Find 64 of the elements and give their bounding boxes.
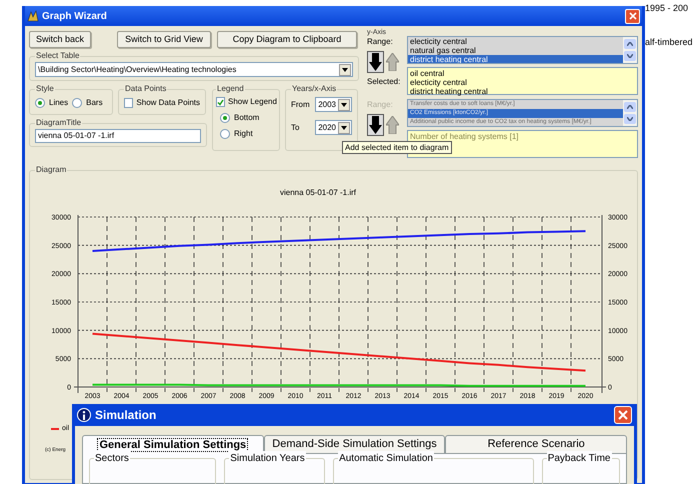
selected-list[interactable]: oil central electicity central district heating central (407, 67, 638, 95)
checkbox[interactable] (124, 98, 134, 108)
close-icon (618, 410, 628, 420)
move-down-button[interactable] (367, 114, 384, 136)
radio-button[interactable] (72, 98, 82, 108)
close-button[interactable] (614, 406, 632, 424)
to-label: To (291, 122, 300, 134)
background-text: alf-timbered (645, 36, 693, 48)
list-item[interactable]: district heating central (408, 87, 637, 96)
title-input-field[interactable]: vienna 05-01-07 -1.irf (35, 129, 201, 143)
scroll-up-icon (624, 102, 636, 112)
window-title: Simulation (95, 407, 158, 424)
scroll-down-icon (624, 114, 636, 124)
group-label: Payback Time (546, 451, 612, 466)
close-icon (628, 12, 636, 20)
list-item[interactable]: oil central (408, 69, 637, 78)
move-down-button[interactable] (367, 51, 384, 73)
list-item[interactable]: electicity central (408, 78, 637, 87)
radio-label: Lines (49, 97, 68, 109)
tab[interactable]: General Simulation Settings (82, 435, 264, 454)
group-label: Years/x-Axis (291, 83, 338, 95)
checkbox-label: Show Legend (228, 96, 277, 108)
background-text: 1995 - 200 (645, 2, 690, 15)
group-label: Data Points (124, 83, 168, 95)
scrollbar[interactable] (623, 37, 637, 63)
radio-label: Bars (86, 97, 103, 109)
list-item[interactable]: natural gas central (408, 46, 623, 54)
group-label: DiagramTitle (35, 117, 82, 129)
close-button[interactable] (625, 8, 640, 24)
group-label: Diagram (35, 164, 68, 176)
from-label: From (291, 98, 311, 110)
range-list[interactable]: electicity central natural gas central district heating central (407, 36, 638, 64)
radio-button[interactable] (35, 98, 45, 108)
dropdown[interactable]: 2020 (315, 120, 352, 135)
selected-label: Selected: (367, 76, 402, 88)
group-label: Select Table (35, 50, 80, 62)
radio-button[interactable] (220, 113, 230, 123)
push-button[interactable]: Switch back (29, 31, 91, 48)
chart-title: vienna 05-01-07 -1.irf (280, 188, 356, 197)
range-label: Range: (367, 36, 394, 48)
push-button[interactable]: Switch to Grid View (117, 31, 211, 48)
scrollbar[interactable] (623, 100, 637, 126)
radio-label: Right (234, 128, 253, 140)
app-icon (27, 10, 39, 22)
dropdown[interactable]: 2003 (315, 97, 352, 112)
list-item[interactable]: district heating central (408, 54, 623, 63)
tab[interactable]: Reference Scenario (445, 435, 628, 454)
radio-label: Bottom (234, 112, 260, 124)
group-label: Legend (216, 83, 245, 95)
dropdown[interactable]: \Building Sector\Heating\Overview\Heating technologies (35, 62, 353, 77)
down-arrow-icon (369, 116, 382, 134)
checkbox[interactable] (216, 97, 225, 107)
info-icon (77, 408, 91, 422)
checkbox-label: Show Data Points (136, 97, 200, 109)
window-title: Graph Wizard (42, 10, 108, 24)
radio-button[interactable] (220, 129, 230, 139)
tooltip: Add selected item to diagram (342, 141, 452, 154)
list-item[interactable]: electicity central (408, 37, 623, 46)
scroll-down-icon (624, 51, 636, 61)
range-label: Range: (367, 99, 394, 111)
group-label: Style (35, 83, 55, 95)
push-button[interactable]: Copy Diagram to Clipboard (217, 31, 357, 48)
down-arrow-icon (369, 53, 382, 71)
scroll-up-icon (624, 39, 636, 49)
